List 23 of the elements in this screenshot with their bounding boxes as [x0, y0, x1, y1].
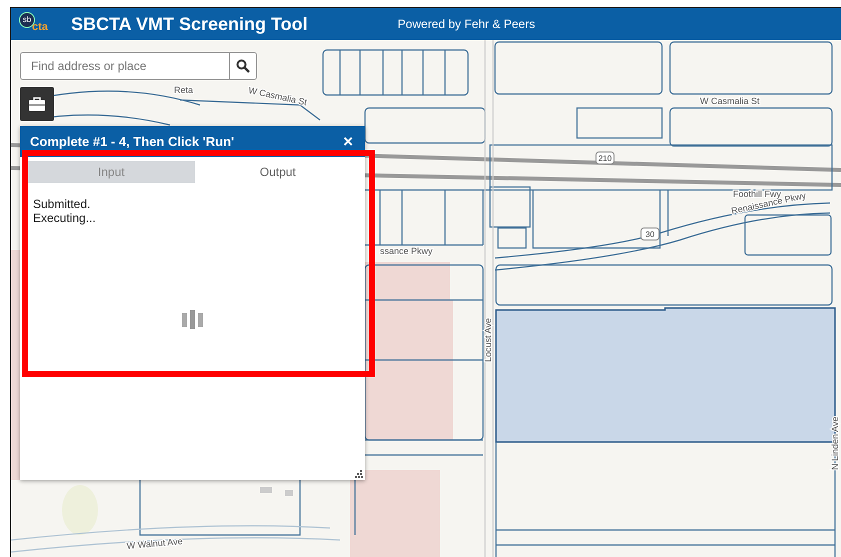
- street-label: N Linden Ave: [830, 416, 840, 470]
- search-icon: [236, 59, 250, 73]
- search-button[interactable]: [229, 52, 257, 80]
- panel-title: Complete #1 - 4, Then Click 'Run': [30, 134, 234, 149]
- street-label: Foothill Fwy: [733, 189, 782, 199]
- status-message: Submitted.: [33, 197, 90, 211]
- street-label: W Casmalia St: [248, 85, 308, 108]
- street-label: W Casmalia St: [700, 96, 760, 106]
- loading-bars-icon: [182, 309, 204, 329]
- street-label: W Walnut Ave: [126, 536, 183, 551]
- resize-handle-icon[interactable]: [355, 470, 363, 478]
- street-label: Locust Ave: [483, 318, 493, 362]
- close-button[interactable]: ×: [341, 132, 355, 152]
- toolbox-icon: [28, 96, 46, 112]
- app-title: SBCTA VMT Screening Tool: [71, 14, 308, 34]
- status-message: Executing...: [33, 211, 96, 225]
- street-label: Reta: [174, 85, 194, 95]
- search-field[interactable]: Find address or place: [20, 52, 229, 80]
- street-label: ssance Pkwy: [380, 246, 433, 256]
- app-subtitle: Powered by Fehr & Peers: [398, 17, 536, 31]
- toolbox-button[interactable]: [20, 87, 54, 121]
- highway-shield: 210: [596, 152, 614, 164]
- highway-shield: 30: [640, 228, 660, 240]
